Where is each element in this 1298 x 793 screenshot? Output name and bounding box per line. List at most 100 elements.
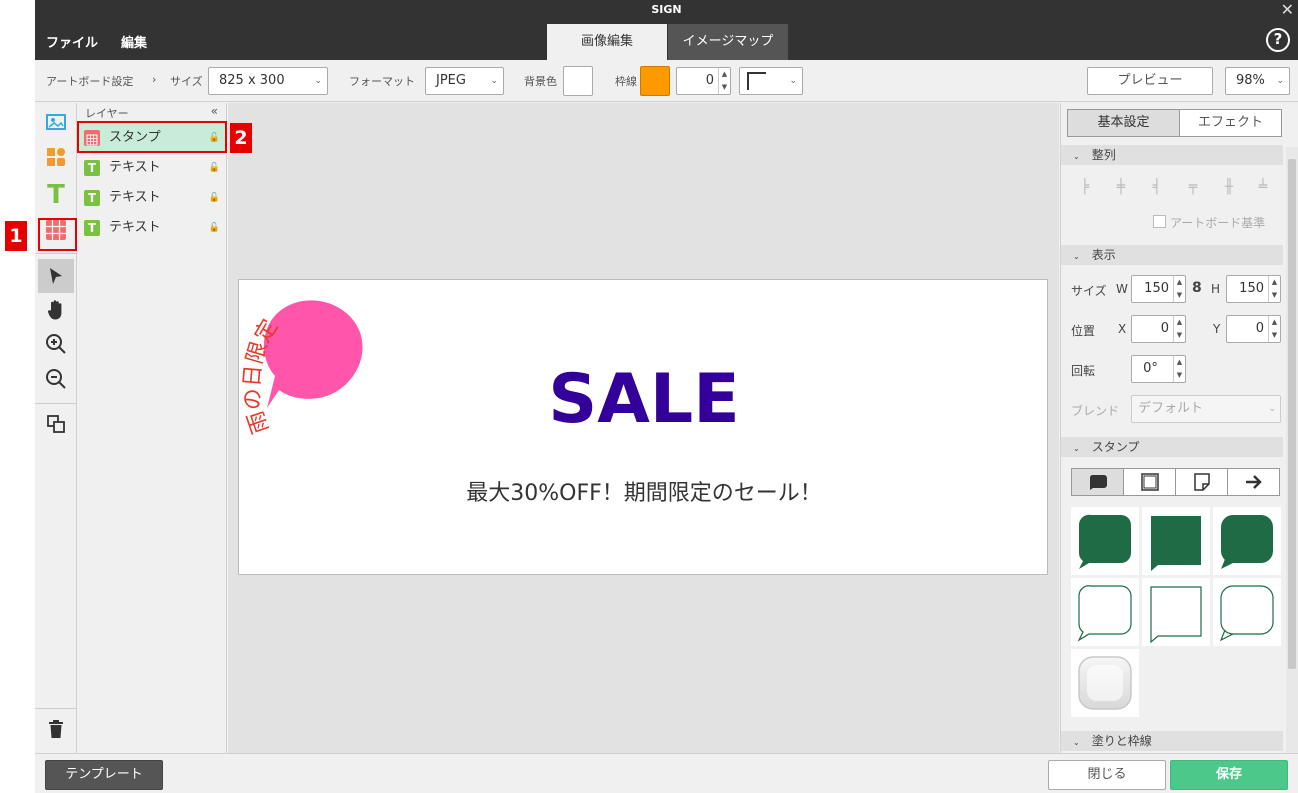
corner-style-select[interactable]: ⌄ [739,67,803,95]
unlock-icon[interactable]: 🔓 [209,213,220,243]
image-tool-icon[interactable] [42,111,70,139]
rotate-label: 回転 [1071,364,1096,378]
y-input[interactable]: 0 ▲ ▼ [1226,315,1281,343]
y-label: Y [1213,322,1221,336]
section-align-label: 整列 [1091,148,1116,162]
section-align[interactable]: ⌄ 整列 [1061,145,1283,165]
shape-tool-icon[interactable] [42,146,70,174]
align-middle-icon[interactable]: ╫ [1219,179,1239,197]
close-button[interactable]: 閉じる [1048,760,1166,790]
link-icon[interactable]: 8 [1192,280,1202,296]
panel-scrollbar[interactable] [1286,147,1298,753]
chevron-down-icon: ⌄ [1268,404,1276,414]
tab-effect[interactable]: エフェクト [1179,109,1282,137]
align-top-icon[interactable]: ╤ [1183,179,1203,197]
stamp-option[interactable] [1071,649,1139,717]
save-button[interactable]: 保存 [1170,760,1288,790]
artboard-ref-checkbox[interactable] [1153,215,1166,228]
stamp-option[interactable] [1071,507,1139,575]
stamp-option[interactable] [1213,507,1281,575]
bottom-bar: テンプレート 閉じる 保存 [35,753,1298,793]
stepper-arrows-icon[interactable]: ▲ ▼ [1173,276,1185,302]
subtitle-text[interactable]: 最大30%OFF！期間限定のセール！ [239,475,1049,507]
highlight-box-stamp-tool [38,218,77,251]
collapse-icon[interactable]: « [211,104,218,118]
align-center-icon[interactable]: ╪ [1111,179,1131,197]
close-icon[interactable]: ✕ [1281,0,1294,20]
align-bottom-icon[interactable]: ╧ [1253,179,1273,197]
text-tool-icon[interactable]: T [42,181,70,209]
stepper-arrows-icon[interactable]: ▲ ▼ [1268,316,1280,342]
blend-select[interactable]: デフォルト ⌄ [1131,395,1281,423]
menu-edit[interactable]: 編集 [121,32,147,51]
border-width-input[interactable]: 0 ▲ ▼ [676,67,731,95]
menu-file[interactable]: ファイル [46,32,98,51]
canvas-area[interactable]: 雨の日限定 SALE 最大30%OFF！期間限定のセール！ [228,103,1059,753]
section-stamp-label: スタンプ [1091,440,1140,454]
x-input[interactable]: 0 ▲ ▼ [1131,315,1186,343]
section-stamp[interactable]: ⌄ スタンプ [1061,437,1283,457]
background-color-swatch[interactable] [563,66,593,96]
layer-item-text[interactable]: T テキスト 🔓 [78,213,226,243]
tab-basic-settings[interactable]: 基本設定 [1067,109,1180,137]
stamp-option[interactable] [1213,578,1281,646]
layer-item-text[interactable]: T テキスト 🔓 [78,153,226,183]
stamp-category-frame[interactable] [1123,468,1176,496]
unlock-icon[interactable]: 🔓 [209,183,220,213]
stamp-category-arrow[interactable] [1227,468,1280,496]
stamp-category-note[interactable] [1175,468,1228,496]
width-input[interactable]: 150 ▲ ▼ [1131,275,1186,303]
background-color-label: 背景色 [524,75,557,88]
artboard[interactable]: 雨の日限定 SALE 最大30%OFF！期間限定のセール！ [238,279,1048,575]
tab-image-map[interactable]: イメージマップ [668,24,788,60]
layer-label: テキスト [109,160,161,175]
size-label: サイズ [170,75,203,88]
trash-icon[interactable] [42,718,70,746]
stepper-arrows-icon[interactable]: ▲ ▼ [1268,276,1280,302]
unlock-icon[interactable]: 🔓 [209,153,220,183]
breadcrumb-separator: › [152,73,157,86]
chevron-down-icon: ⌄ [1073,444,1080,453]
stamp-category-bubble[interactable] [1071,468,1124,496]
stepper-arrows-icon[interactable]: ▲ ▼ [718,68,730,94]
tab-image-edit[interactable]: 画像編集 [547,24,667,60]
section-display[interactable]: ⌄ 表示 [1061,245,1283,265]
stamp-option[interactable] [1142,507,1210,575]
zoom-out-icon[interactable] [42,368,70,396]
rotate-input[interactable]: 0° ▲ ▼ [1131,355,1186,383]
section-fill-stroke[interactable]: ⌄ 塗りと枠線 [1061,731,1283,751]
layer-panel-header: レイヤー [85,107,129,120]
format-select[interactable]: JPEG ⌄ [425,67,504,95]
y-value: 0 [1255,321,1264,336]
zoom-select[interactable]: 98% ⌄ [1225,67,1290,95]
size-label: サイズ [1071,284,1107,298]
size-select[interactable]: 825 x 300 ⌄ [208,67,328,95]
stamp-option[interactable] [1142,578,1210,646]
template-button[interactable]: テンプレート [45,760,163,790]
artboard-toolbar: アートボード設定 › サイズ 825 x 300 ⌄ フォーマット JPEG ⌄… [35,60,1298,102]
help-icon[interactable]: ? [1266,28,1290,52]
preview-button[interactable]: プレビュー [1087,67,1213,95]
format-label: フォーマット [349,75,415,88]
properties-panel: 基本設定 エフェクト ⌄ 整列 ╞ ╪ ╡ ╤ ╫ ╧ アートボード基準 ⌄ 表示 … [1060,103,1298,753]
scrollbar-thumb[interactable] [1288,159,1296,669]
align-right-icon[interactable]: ╡ [1147,179,1167,197]
stepper-arrows-icon[interactable]: ▲ ▼ [1173,356,1185,382]
height-input[interactable]: 150 ▲ ▼ [1226,275,1281,303]
border-color-swatch[interactable] [640,66,670,96]
chevron-down-icon: ⌄ [1073,738,1080,747]
section-display-label: 表示 [1091,248,1116,262]
stamp-option[interactable] [1071,578,1139,646]
align-left-icon[interactable]: ╞ [1075,179,1095,197]
select-arrow-icon[interactable] [38,259,74,293]
headline-text[interactable]: SALE [239,360,1049,439]
zoom-in-icon[interactable] [42,333,70,361]
corner-style-icon [747,72,766,90]
size-value: 825 x 300 [219,73,285,88]
hand-tool-icon[interactable] [42,299,70,327]
border-label: 枠線 [615,75,637,88]
layer-item-text[interactable]: T テキスト 🔓 [78,183,226,213]
border-width-value: 0 [705,73,714,88]
arrange-tool-icon[interactable] [42,413,70,441]
stepper-arrows-icon[interactable]: ▲ ▼ [1173,316,1185,342]
